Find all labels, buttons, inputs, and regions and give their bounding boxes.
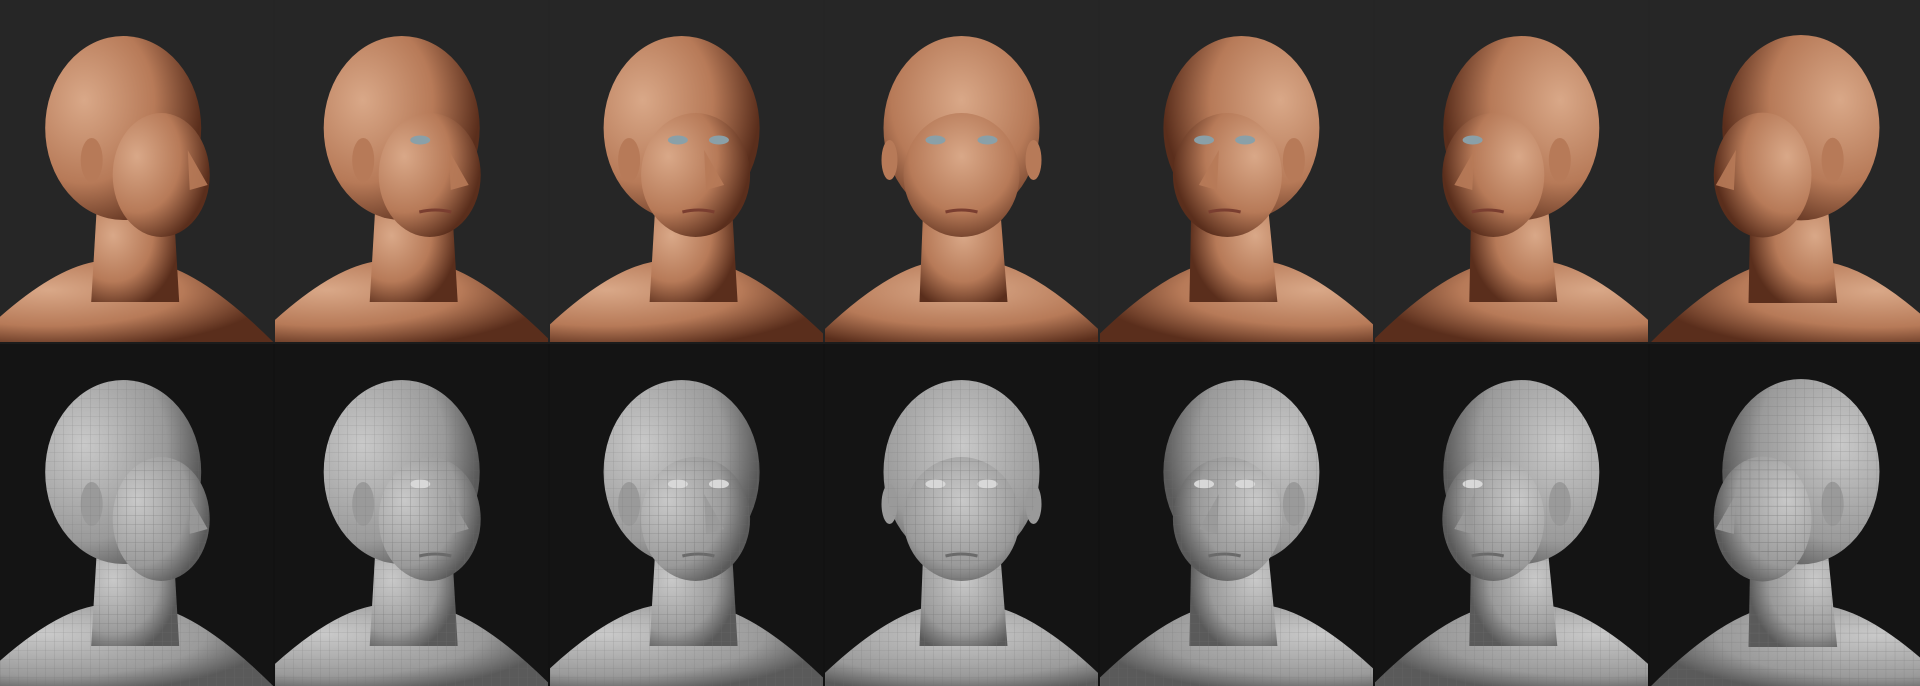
wireframe-head-view-front-right-three-quarter <box>550 344 823 686</box>
head-render <box>1100 380 1373 686</box>
textured-head-view-front-left-three-quarter <box>1100 0 1373 342</box>
head-figure <box>1375 36 1648 342</box>
textured-head-view-back-three-quarter-right <box>0 0 273 342</box>
wireframe-head-row <box>0 344 1920 686</box>
head-render <box>1651 379 1920 686</box>
head-render <box>275 36 548 342</box>
textured-head-view-back-three-quarter-left <box>1650 0 1920 342</box>
textured-head-view-right-three-quarter <box>275 0 548 342</box>
head-figure <box>550 36 823 342</box>
head-figure <box>825 380 1098 686</box>
head-figure <box>275 36 548 342</box>
wireframe-head-view-front <box>825 344 1098 686</box>
head-render <box>825 36 1098 342</box>
head-render <box>0 380 273 686</box>
textured-head-row <box>0 0 1920 342</box>
wireframe-head-view-left-three-quarter <box>1375 344 1648 686</box>
wireframe-head-view-back-three-quarter-right <box>0 344 273 686</box>
head-render <box>825 380 1098 686</box>
head-figure <box>1100 36 1373 342</box>
wireframe-head-view-back-three-quarter-left <box>1650 344 1920 686</box>
head-render <box>550 36 823 342</box>
head-figure <box>1375 380 1648 686</box>
head-figure <box>550 380 823 686</box>
head-render <box>1375 380 1648 686</box>
head-figure <box>1651 35 1920 342</box>
textured-head-view-front-right-three-quarter <box>550 0 823 342</box>
head-render <box>275 380 548 686</box>
textured-head-view-left-three-quarter <box>1375 0 1648 342</box>
render-sheet <box>0 0 1920 686</box>
head-figure <box>1651 379 1920 686</box>
head-figure <box>275 380 548 686</box>
head-render <box>1375 36 1648 342</box>
head-figure <box>1100 380 1373 686</box>
head-figure <box>825 36 1098 342</box>
wireframe-head-view-right-three-quarter <box>275 344 548 686</box>
head-figure <box>0 36 273 342</box>
textured-head-view-front <box>825 0 1098 342</box>
head-render <box>0 36 273 342</box>
head-render <box>550 380 823 686</box>
head-render <box>1100 36 1373 342</box>
head-render <box>1651 35 1920 342</box>
wireframe-head-view-front-left-three-quarter <box>1100 344 1373 686</box>
head-figure <box>0 380 273 686</box>
